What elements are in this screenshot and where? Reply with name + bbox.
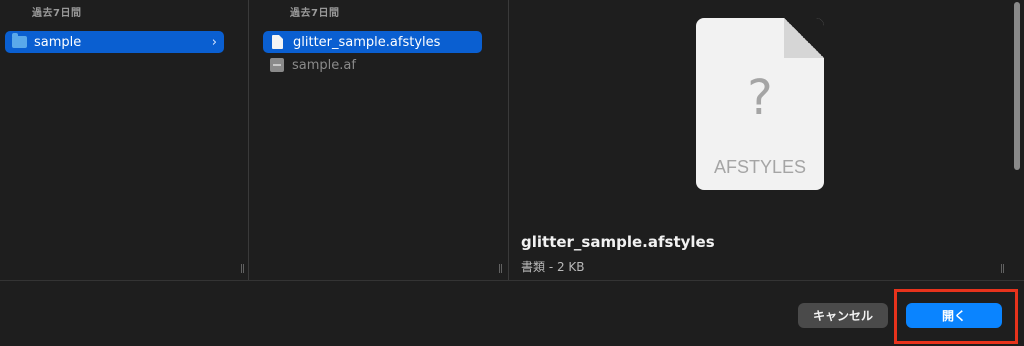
dialog-footer: キャンセル 開く xyxy=(0,280,1024,346)
folder-row-sample[interactable]: sample › xyxy=(5,31,224,53)
page-fold xyxy=(784,18,824,58)
chevron-right-icon: › xyxy=(211,34,217,50)
file-row-sample-af[interactable]: sample.af xyxy=(263,54,482,76)
open-file-dialog: 過去7日間 sample › || 過去7日間 glitter_sample.a… xyxy=(0,0,1024,346)
preview-file-name: glitter_sample.afstyles xyxy=(521,233,715,251)
column-resize-handle[interactable]: || xyxy=(240,264,245,274)
column-1: 過去7日間 sample › || xyxy=(0,0,249,280)
folder-icon xyxy=(12,33,27,48)
file-label: glitter_sample.afstyles xyxy=(293,34,441,50)
section-label-recent: 過去7日間 xyxy=(290,8,340,19)
preview-file-meta: 書類 - 2 KB xyxy=(521,260,585,274)
file-preview-icon: ? AFSTYLES xyxy=(696,18,824,190)
document-icon xyxy=(272,35,283,49)
preview-pane: ? AFSTYLES glitter_sample.afstyles 書類 - … xyxy=(509,0,1024,280)
file-row-glitter-sample[interactable]: glitter_sample.afstyles xyxy=(263,31,482,53)
question-mark-icon: ? xyxy=(747,70,773,126)
column-browser: 過去7日間 sample › || 過去7日間 glitter_sample.a… xyxy=(0,0,1024,280)
folder-label: sample xyxy=(34,34,82,50)
column-resize-handle[interactable]: || xyxy=(498,264,503,274)
highlight-annotation xyxy=(894,289,1018,344)
column-resize-handle[interactable]: || xyxy=(1000,264,1005,274)
cancel-button[interactable]: キャンセル xyxy=(798,303,888,328)
section-label-recent: 過去7日間 xyxy=(32,8,82,19)
column-2: 過去7日間 glitter_sample.afstyles sample.af … xyxy=(249,0,509,280)
file-label: sample.af xyxy=(292,57,356,73)
vertical-scrollbar[interactable] xyxy=(1014,2,1020,170)
generic-file-icon xyxy=(270,58,284,72)
file-extension-label: AFSTYLES xyxy=(713,157,807,177)
